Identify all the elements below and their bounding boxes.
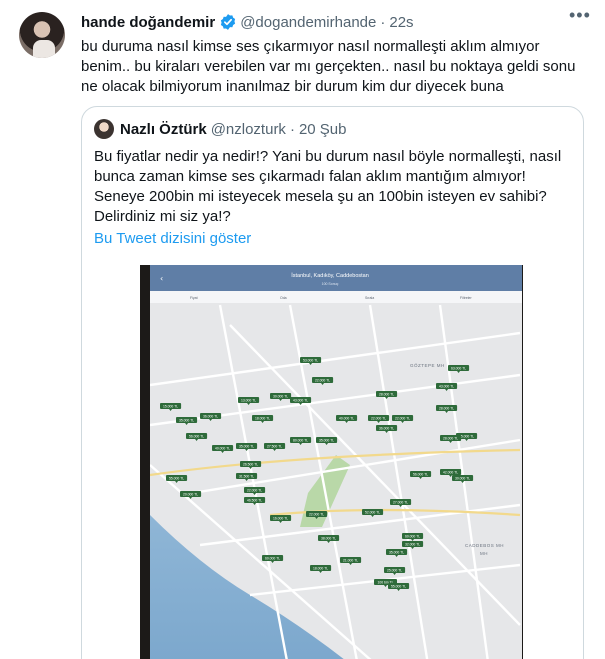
quote-time: 20 Şub — [298, 120, 347, 138]
show-thread-link[interactable]: Bu Tweet dizisini göster — [94, 230, 251, 247]
price-tag-label: 35.000 TL — [319, 439, 334, 443]
price-tag-label: 80.000 TL — [293, 439, 308, 443]
price-tag-label: 40.000 TL — [215, 447, 230, 451]
price-tag-label: 22.000 TL — [395, 417, 410, 421]
quote-text: Bu fiyatlar nedir ya nedir!? Yani bu dur… — [94, 148, 562, 225]
price-tag-label: 43.000 TL — [293, 399, 308, 403]
quote-author-name: Nazlı Öztürk — [120, 120, 207, 138]
price-tag-label: 16.000 TL — [273, 517, 288, 521]
price-tag-label: 63.000 TL — [451, 367, 466, 371]
map-filter-0: Fiyat — [190, 296, 198, 300]
price-tag-label: 22.000 TL — [315, 379, 330, 383]
price-tag-label: 32.000 TL — [405, 543, 420, 547]
quote-separator-dot: · — [289, 120, 295, 138]
price-tag-label: 28.000 TL — [443, 437, 458, 441]
author-handle[interactable]: @dogandemirhande — [240, 14, 376, 31]
back-icon: ‹ — [160, 274, 163, 283]
price-tag-label: 27.000 TL — [393, 501, 408, 505]
map-screenshot-photo[interactable]: İstanbul, Kadıköy, Caddebostan 100 Sonuç… — [140, 265, 523, 659]
more-horizontal-icon[interactable]: ••• — [569, 6, 590, 28]
price-tag-label: 28.000 TL — [379, 393, 394, 397]
price-tag-label: 40.000 TL — [339, 417, 354, 421]
quote-header: Nazlı Öztürk @nzlozturk · 20 Şub — [94, 119, 346, 139]
area-label-caddebostan: CADDEBOS MH — [465, 543, 504, 548]
price-tag-label: 52.000 TL — [365, 511, 380, 515]
price-tag-label: 43.000 TL — [439, 385, 454, 389]
map-subtitle: 100 Sonuç — [322, 282, 339, 286]
tweet-time[interactable]: 22s — [389, 14, 413, 31]
quote-author-avatar — [94, 119, 114, 139]
area-label-mh: MH — [480, 551, 488, 556]
quote-author-handle: @nzlozturk — [210, 120, 286, 138]
price-tag-label: 27.500 TL — [267, 445, 282, 449]
price-tag-label: 26.500 TL — [243, 463, 258, 467]
photo-edge-left — [140, 265, 150, 659]
map-filter-2: Sırala — [365, 296, 374, 300]
area-label-goztepe: GÖZTEPE MH — [410, 362, 445, 368]
price-tag-label: 25.000 TL — [387, 569, 402, 573]
price-tag-label: 56.000 TL — [189, 435, 204, 439]
map-filter-1: Oda — [280, 296, 287, 300]
price-tag-label: 15.000 TL — [163, 405, 178, 409]
verified-badge-icon — [221, 14, 236, 30]
price-tag-label: 35.000 TL — [179, 419, 194, 423]
separator-dot: · — [380, 13, 386, 31]
price-tag-label: 28.000 TL — [439, 407, 454, 411]
price-tag-label: 13.000 TL — [241, 399, 256, 403]
map-title: İstanbul, Kadıköy, Caddebostan — [291, 272, 369, 279]
price-tag-label: 22.000 TL — [309, 513, 324, 517]
price-tag-label: 35.000 TL — [239, 445, 254, 449]
price-tag-label: 60.000 TL — [405, 535, 420, 539]
price-tag-label: 36.000 TL — [379, 427, 394, 431]
price-tag-label: 60.000 TL — [265, 557, 280, 561]
price-tag-label: 55.000 TL — [169, 477, 184, 481]
price-tag-label: 53.000 TL — [303, 359, 318, 363]
price-tag-label: 42.000 TL — [443, 471, 458, 475]
price-tag-label: 20.000 TL — [183, 493, 198, 497]
price-tag-label: 36.000 TL — [203, 415, 218, 419]
price-tag-label: 55.000 TL — [459, 435, 474, 439]
price-tag-label: 21.000 TL — [343, 559, 358, 563]
price-tag-label: 30.000 TL — [455, 477, 470, 481]
price-tag-label: 18.000 TL — [313, 567, 328, 571]
price-tag-label: 31.500 TL — [239, 475, 254, 479]
price-tag-label: 46.500 TL — [247, 499, 262, 503]
author-name[interactable]: hande doğandemir — [81, 14, 215, 31]
quote-tweet-card[interactable]: Nazlı Öztürk @nzlozturk · 20 Şub Bu fiya… — [81, 106, 584, 659]
tweet-header: hande doğandemir @dogandemirhande · 22s — [81, 11, 586, 33]
price-tag-label: 30.000 TL — [273, 395, 288, 399]
author-avatar[interactable] — [19, 12, 65, 58]
map-screenshot: İstanbul, Kadıköy, Caddebostan 100 Sonuç… — [140, 265, 522, 659]
tweet[interactable]: hande doğandemir @dogandemirhande · 22s … — [0, 0, 605, 659]
price-tag-label: 22.000 TL — [371, 417, 386, 421]
price-tag-label: 22.000 TL — [247, 489, 262, 493]
price-tag-label: 35.000 TL — [389, 551, 404, 555]
price-tag-label: 56.000 TL — [413, 473, 428, 477]
tweet-text: bu duruma nasıl kimse ses çıkarmıyor nas… — [81, 38, 576, 95]
price-tag-label: 38.000 TL — [321, 537, 336, 541]
map-filter-3: Filtreler — [460, 296, 473, 300]
price-tag-label: 18.000 TL — [255, 417, 270, 421]
price-tag-label: 55.000 TL — [391, 585, 406, 589]
